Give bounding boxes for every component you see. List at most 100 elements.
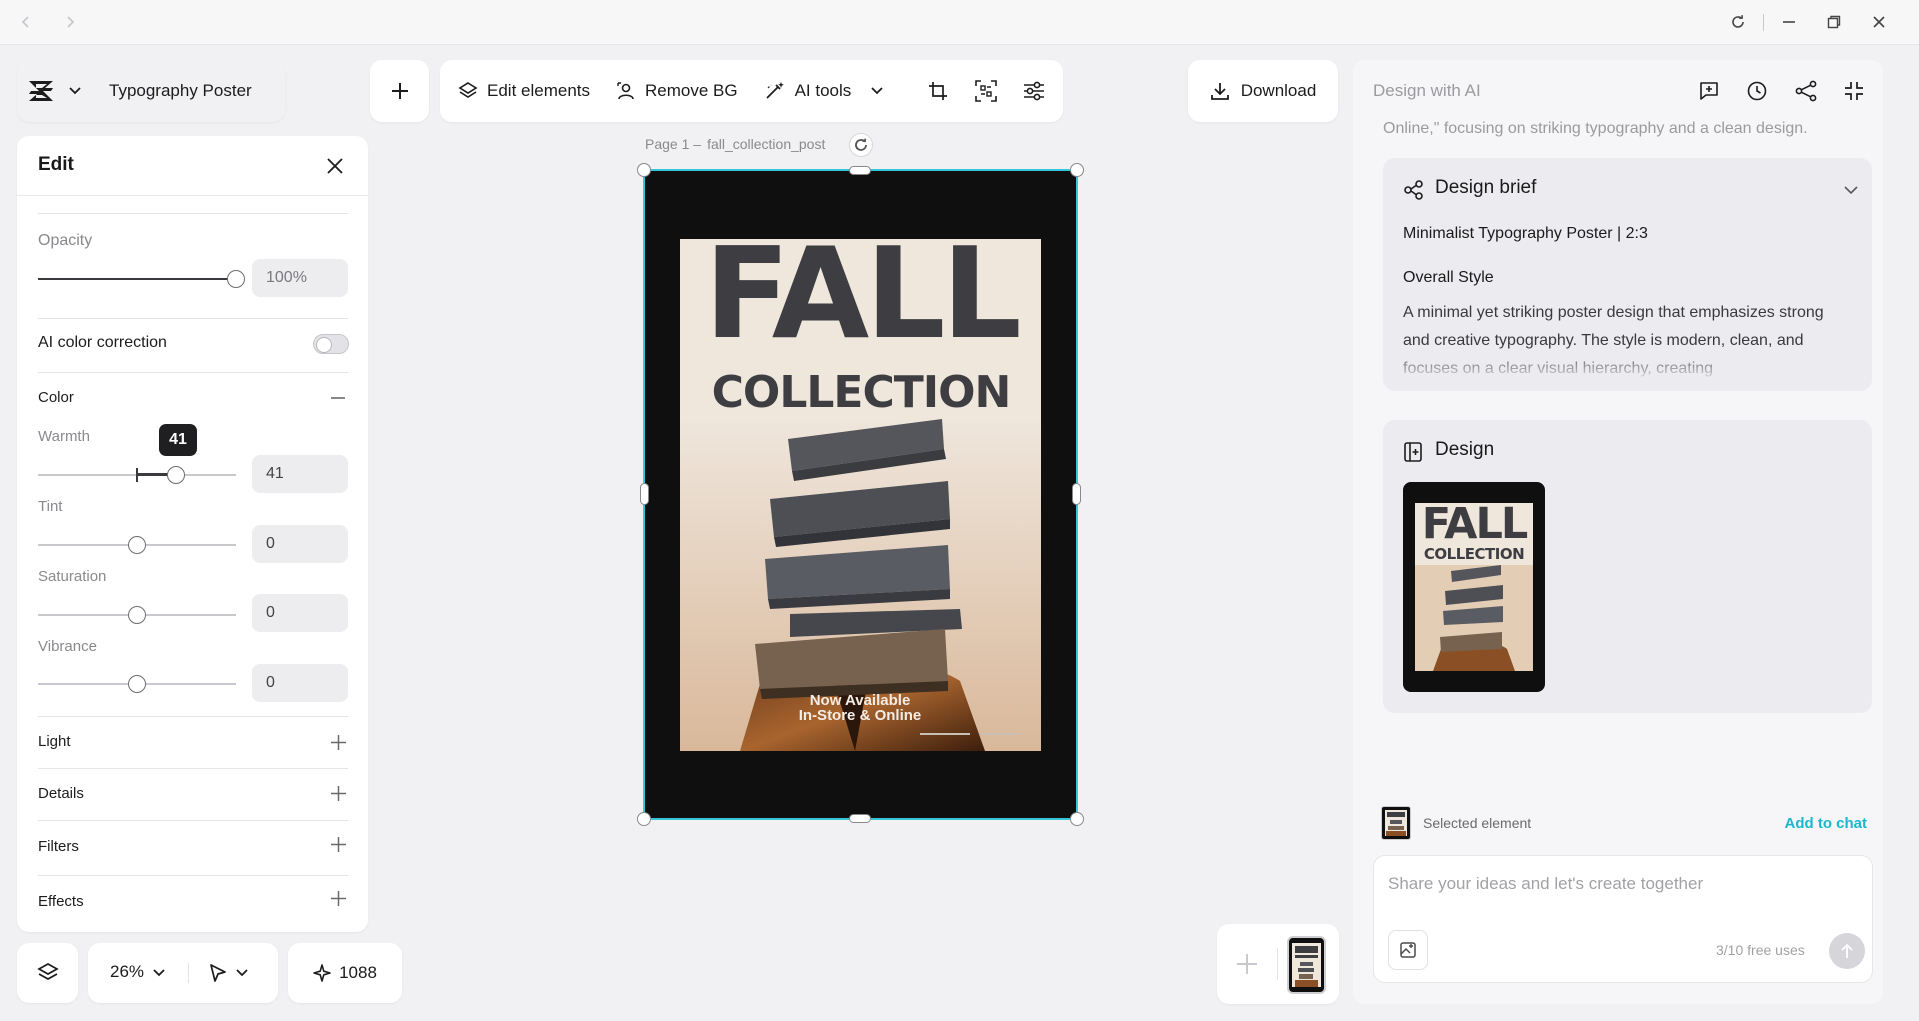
- design-card: Design FALL COLLECTION: [1383, 420, 1872, 713]
- edit-panel-title: Edit: [38, 154, 74, 175]
- resize-handle-top-right[interactable]: [1070, 163, 1084, 177]
- edit-elements-button[interactable]: Edit elements: [458, 71, 600, 111]
- ai-color-correction-toggle[interactable]: [313, 334, 349, 354]
- chat-message-text: Online," focusing on striking typography…: [1383, 120, 1808, 137]
- warmth-knob[interactable]: [167, 466, 185, 484]
- crop-button[interactable]: [918, 71, 958, 111]
- page-label: Page 1 –fall_collection_postng: [645, 136, 871, 152]
- ai-tools-label: AI tools: [794, 81, 852, 100]
- restore-icon[interactable]: [1820, 8, 1848, 36]
- resize-handle-bottom[interactable]: [849, 814, 871, 823]
- resize-handle-top[interactable]: [849, 166, 871, 175]
- download-button[interactable]: Download: [1188, 60, 1338, 122]
- plus-icon: [331, 735, 346, 750]
- add-element-button[interactable]: [370, 60, 429, 122]
- design-brief-subtitle: Minimalist Typography Poster | 2:3: [1403, 225, 1648, 242]
- credits-button[interactable]: 1088: [288, 943, 402, 1003]
- tint-knob[interactable]: [128, 536, 146, 554]
- back-icon[interactable]: [12, 8, 40, 36]
- tint-value[interactable]: 0: [252, 525, 348, 563]
- crop-icon: [929, 82, 948, 100]
- warmth-value[interactable]: 41: [252, 455, 348, 493]
- new-chat-icon: [1700, 82, 1718, 100]
- saturation-value[interactable]: 0: [252, 594, 348, 632]
- design-add-icon: [1404, 442, 1422, 462]
- divider: [38, 213, 348, 214]
- tint-label: Tint: [38, 498, 63, 515]
- chat-input[interactable]: [1388, 874, 1848, 894]
- pointer-tool-dropdown[interactable]: [198, 943, 268, 1003]
- design-thumb-poster: FALL COLLECTION: [1415, 503, 1533, 671]
- page-thumbnail[interactable]: [1287, 936, 1326, 994]
- opacity-knob[interactable]: [227, 270, 245, 288]
- thumb-headline: FALL: [1421, 503, 1529, 549]
- close-icon[interactable]: [1865, 8, 1893, 36]
- details-section[interactable]: Details: [17, 769, 368, 819]
- poster-image[interactable]: FALL COLLECTION Now Available In-Store &…: [680, 239, 1041, 751]
- selected-element-image: [1385, 810, 1407, 836]
- forward-icon[interactable]: [56, 8, 84, 36]
- light-section[interactable]: Light: [17, 717, 368, 767]
- filters-section[interactable]: Filters: [17, 821, 368, 873]
- effects-section[interactable]: Effects: [17, 876, 368, 928]
- remove-bg-label: Remove BG: [645, 81, 738, 100]
- minimize-icon[interactable]: [1775, 8, 1803, 36]
- plus-icon: [391, 83, 408, 99]
- project-menu-button[interactable]: [27, 78, 81, 104]
- chevron-down-icon: [1844, 185, 1858, 194]
- resize-handle-top-left[interactable]: [637, 163, 651, 177]
- resize-handle-bottom-left[interactable]: [637, 812, 651, 826]
- plus-icon: [1237, 954, 1257, 974]
- credits-value: 1088: [339, 963, 377, 982]
- overall-style-heading: Overall Style: [1403, 269, 1494, 286]
- zoom-controls: 26%: [88, 943, 278, 1003]
- vibrance-knob[interactable]: [128, 675, 146, 693]
- add-page-button[interactable]: [1227, 944, 1267, 984]
- scan-icon: [975, 80, 998, 102]
- collapse-color-button[interactable]: [331, 397, 345, 399]
- edit-panel: Edit Opacity 100% AI color correction Co…: [17, 136, 368, 932]
- saturation-knob[interactable]: [128, 606, 146, 624]
- download-label: Download: [1240, 81, 1317, 100]
- rotate-handle[interactable]: [849, 133, 873, 157]
- design-brief-card: Design brief Minimalist Typography Poste…: [1383, 158, 1872, 391]
- poster-tagline-line2: In-Store & Online: [798, 707, 922, 724]
- scan-button[interactable]: [966, 71, 1006, 111]
- add-to-chat-button[interactable]: Add to chat: [1785, 815, 1868, 832]
- divider: [188, 963, 189, 983]
- arrow-up-icon: [1841, 943, 1853, 958]
- poster-tagline: Now Available In-Store & Online: [780, 693, 940, 723]
- selected-artboard[interactable]: FALL COLLECTION Now Available In-Store &…: [637, 163, 1084, 826]
- adjust-button[interactable]: [1014, 71, 1054, 111]
- remove-bg-button[interactable]: Remove BG: [616, 71, 748, 111]
- close-edit-panel-button[interactable]: [321, 152, 349, 180]
- resize-handle-left[interactable]: [640, 483, 649, 505]
- resize-handle-right[interactable]: [1072, 483, 1081, 505]
- chevron-down-icon: [871, 87, 883, 95]
- vibrance-value[interactable]: 0: [252, 664, 348, 702]
- project-title[interactable]: Typography Poster: [109, 81, 252, 101]
- history-icon: [1747, 81, 1767, 101]
- zoom-dropdown[interactable]: 26%: [88, 943, 188, 1003]
- design-result-thumbnail[interactable]: FALL COLLECTION: [1403, 482, 1545, 692]
- layers-icon: [36, 963, 59, 980]
- titlebar-divider: [1763, 14, 1764, 31]
- layers-button[interactable]: [17, 943, 78, 1003]
- attach-image-button[interactable]: [1388, 930, 1428, 970]
- divider: [38, 372, 348, 373]
- resize-handle-bottom-right[interactable]: [1070, 812, 1084, 826]
- new-chat-button[interactable]: [1695, 77, 1723, 105]
- reload-icon[interactable]: [1724, 8, 1752, 36]
- ai-tools-button[interactable]: AI tools: [764, 71, 903, 111]
- send-button[interactable]: [1829, 933, 1865, 969]
- opacity-value[interactable]: 100%: [252, 259, 348, 297]
- main-toolbar: Edit elements Remove BG AI tools: [440, 60, 1063, 122]
- poster-subhead: COLLECTION: [711, 367, 1012, 418]
- share-button[interactable]: [1792, 77, 1820, 105]
- project-header: Typography Poster: [17, 60, 285, 122]
- brief-toggle-button[interactable]: [1839, 178, 1863, 202]
- selected-element-row: Selected element Add to chat: [1381, 806, 1881, 842]
- history-button[interactable]: [1743, 77, 1771, 105]
- divider: [38, 318, 348, 319]
- collapse-panel-button[interactable]: [1840, 77, 1868, 105]
